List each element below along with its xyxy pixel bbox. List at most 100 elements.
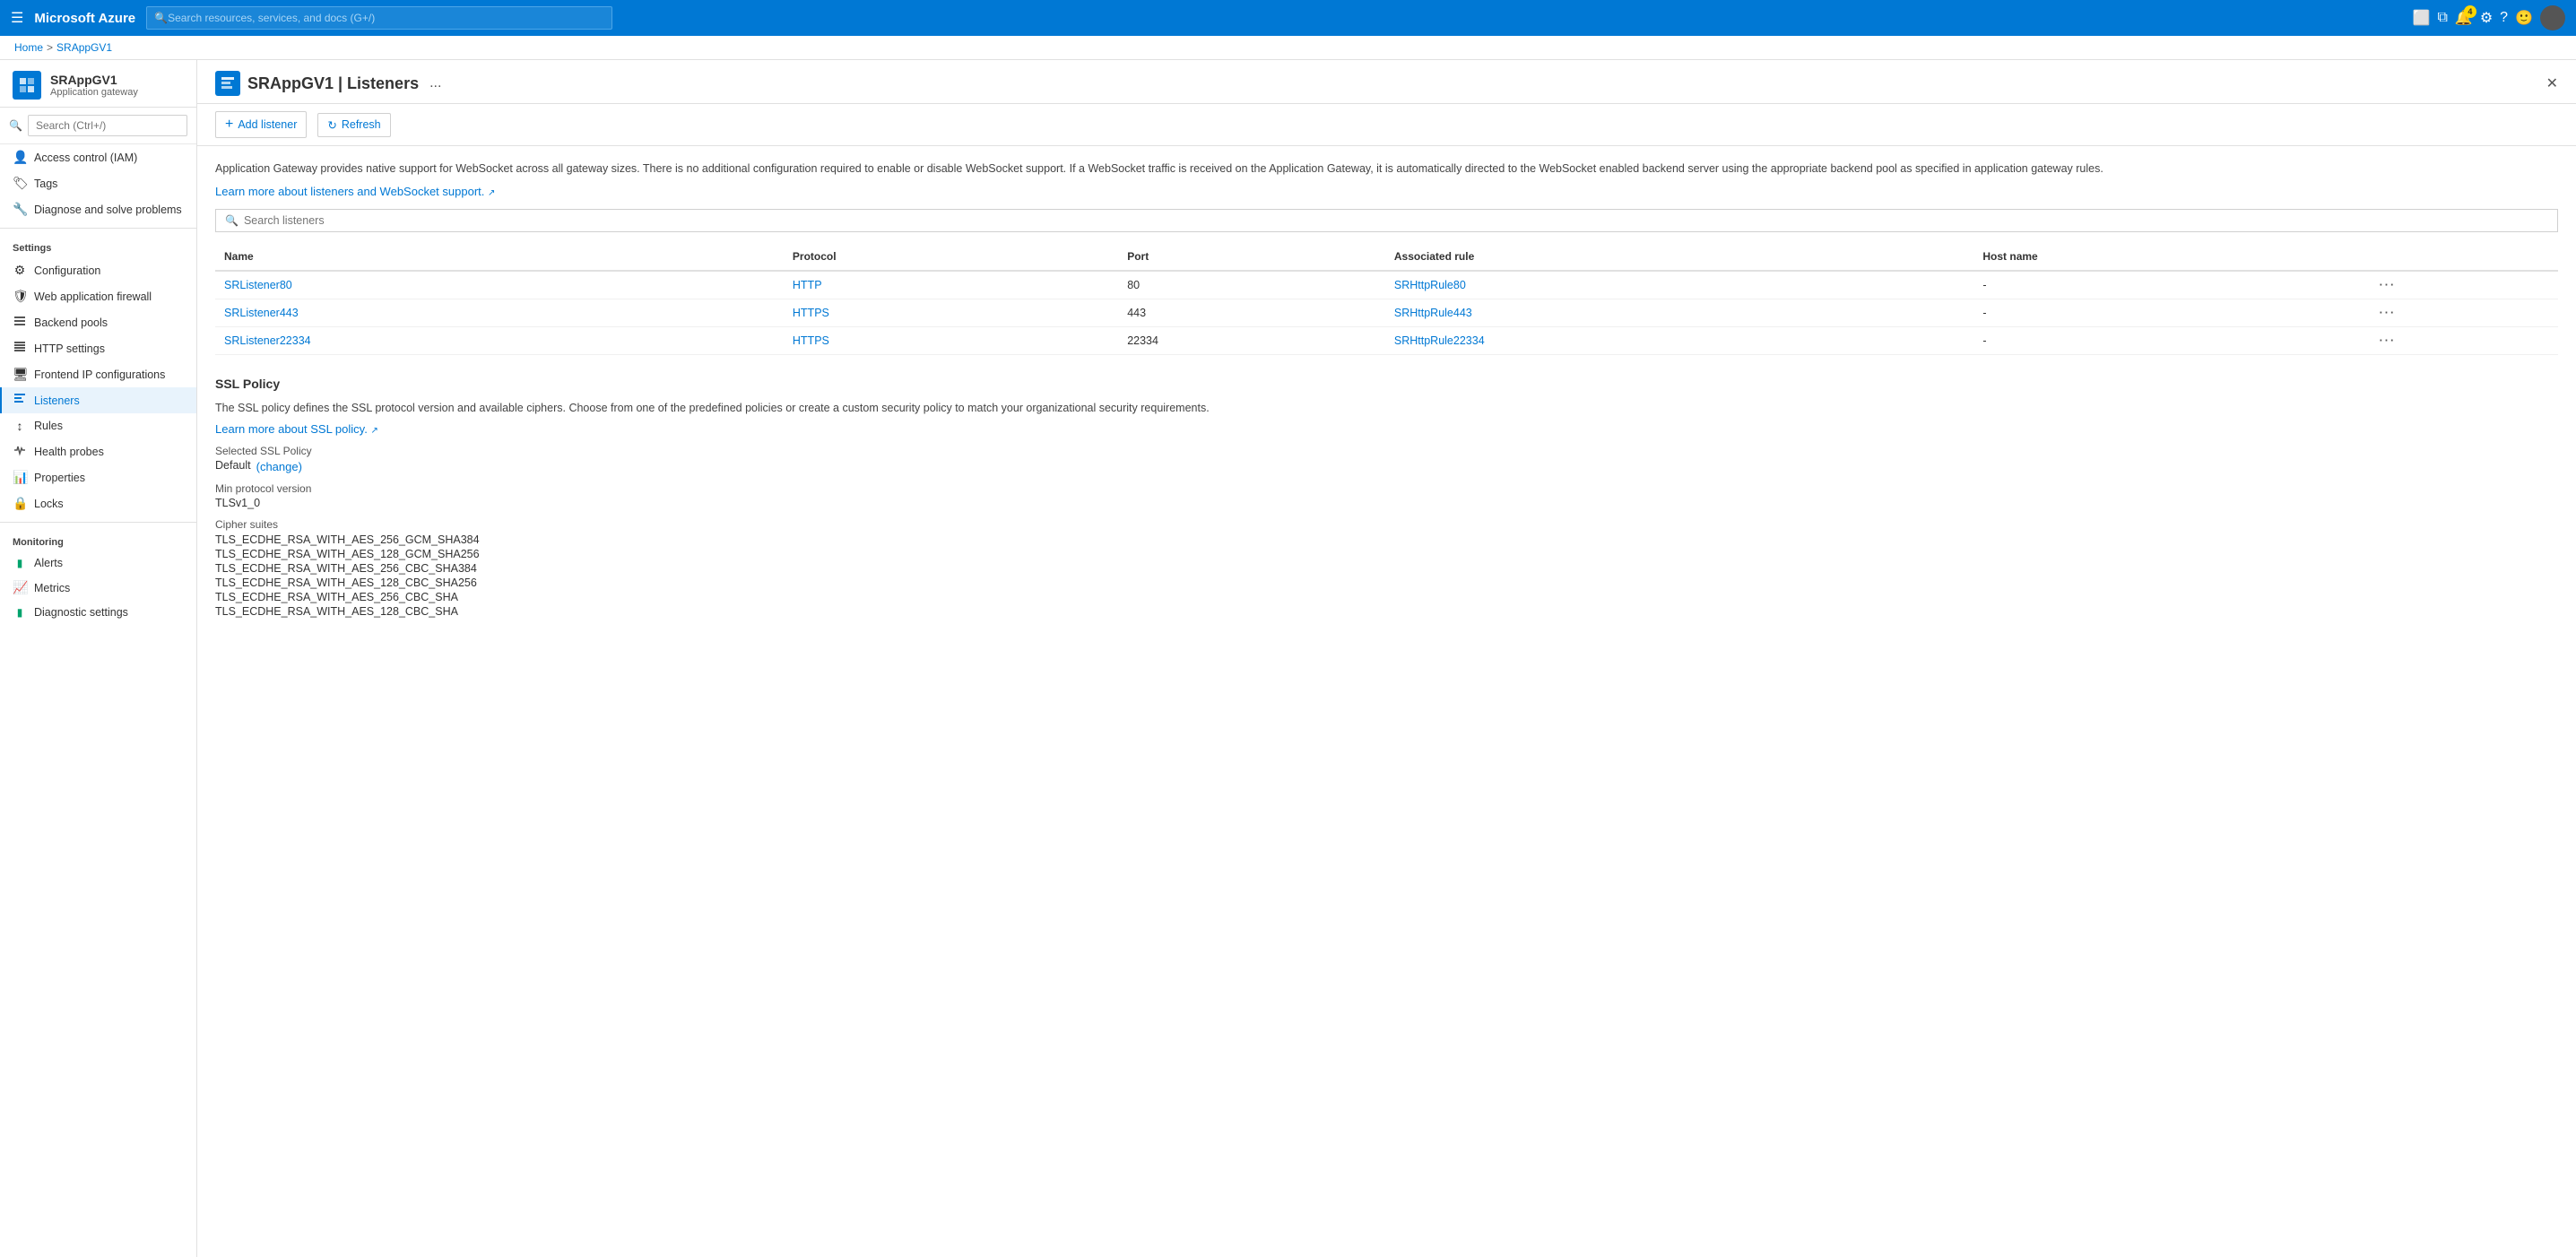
help-icon[interactable]: ? [2500, 10, 2508, 26]
waf-icon: 🛡 [13, 289, 27, 304]
notification-icon[interactable]: 🔔 4 [2455, 9, 2473, 27]
sidebar-subtitle: Application gateway [50, 87, 138, 98]
sidebar-item-diagnose[interactable]: 🔧 Diagnose and solve problems [0, 196, 196, 222]
sidebar-item-waf[interactable]: 🛡 Web application firewall [0, 283, 196, 309]
cell-name: SRListener22334 [215, 326, 784, 354]
sidebar-item-label: Backend pools [34, 316, 108, 329]
refresh-button[interactable]: ↻ Refresh [317, 113, 390, 137]
external-link-icon: ↗ [488, 188, 495, 198]
listener-name-link[interactable]: SRListener80 [224, 279, 292, 291]
sidebar-item-access-control[interactable]: 👤 Access control (IAM) [0, 144, 196, 170]
sidebar-item-http-settings[interactable]: HTTP settings [0, 335, 196, 361]
sidebar-item-label: Diagnose and solve problems [34, 204, 182, 216]
sidebar-item-tags[interactable]: 🏷 Tags [0, 170, 196, 196]
listener-name-link[interactable]: SRListener22334 [224, 334, 311, 347]
ssl-learn-more-link[interactable]: Learn more about SSL policy. ↗ [215, 422, 378, 436]
more-options-button[interactable]: ... [429, 75, 441, 91]
min-proto-label: Min protocol version [215, 482, 2558, 495]
cell-port: 22334 [1118, 326, 1385, 354]
breadcrumb-resource[interactable]: SRAppGV1 [56, 41, 112, 54]
health-probes-icon [13, 444, 27, 459]
cipher-item: TLS_ECDHE_RSA_WITH_AES_128_GCM_SHA256 [215, 547, 2558, 561]
search-listeners-icon: 🔍 [225, 214, 239, 227]
sidebar-item-label: Health probes [34, 446, 104, 458]
row-more-button[interactable]: ··· [2380, 334, 2397, 347]
feedback-smile-icon[interactable]: 🙂 [2515, 9, 2533, 27]
topbar-icons: ⬜ ⧉ 🔔 4 ⚙ ? 🙂 [2413, 5, 2565, 30]
sidebar-header-text: SRAppGV1 Application gateway [50, 73, 138, 98]
ssl-policy-section: SSL Policy The SSL policy defines the SS… [215, 377, 2558, 619]
sidebar-item-metrics[interactable]: 📈 Metrics [0, 575, 196, 601]
global-search-box[interactable]: 🔍 [146, 6, 612, 30]
rule-link[interactable]: SRHttpRule80 [1394, 279, 1466, 291]
global-search-input[interactable] [168, 12, 604, 24]
sidebar-item-health-probes[interactable]: Health probes [0, 438, 196, 464]
learn-more-link[interactable]: Learn more about listeners and WebSocket… [215, 185, 495, 198]
sidebar-item-frontend-ip[interactable]: 🖥 Frontend IP configurations [0, 361, 196, 387]
search-listeners-box[interactable]: 🔍 [215, 209, 2558, 232]
sidebar-search-input[interactable] [28, 115, 187, 136]
sidebar-item-label: Rules [34, 420, 63, 432]
page-icon [215, 71, 240, 96]
rules-icon: ↕ [13, 419, 27, 433]
alerts-icon: ▮ [13, 557, 27, 569]
listener-name-link[interactable]: SRListener443 [224, 307, 299, 319]
rule-link[interactable]: SRHttpRule443 [1394, 307, 1472, 319]
sidebar-item-properties[interactable]: 📊 Properties [0, 464, 196, 490]
sidebar-item-label: Listeners [34, 394, 80, 407]
metrics-icon: 📈 [13, 580, 27, 595]
row-more-button[interactable]: ··· [2380, 307, 2397, 319]
hamburger-icon[interactable]: ☰ [11, 9, 23, 27]
close-button[interactable]: ✕ [2546, 74, 2558, 92]
monitoring-section-label: Monitoring [0, 528, 196, 551]
content-area: SRAppGV1 | Listeners ... ✕ + Add listene… [197, 60, 2576, 1257]
sidebar-item-label: Frontend IP configurations [34, 368, 165, 381]
cipher-suites-label: Cipher suites [215, 518, 2558, 531]
search-listeners-input[interactable] [244, 214, 2548, 227]
cloud-shell-icon[interactable]: ⬜ [2413, 9, 2431, 27]
cell-actions: ··· [2371, 271, 2558, 299]
selected-ssl-label: Selected SSL Policy [215, 445, 2558, 457]
cell-actions: ··· [2371, 326, 2558, 354]
sidebar-item-listeners[interactable]: Listeners [0, 387, 196, 413]
table-row: SRListener80 HTTP 80 SRHttpRule80 - ··· [215, 271, 2558, 299]
row-more-button[interactable]: ··· [2380, 279, 2397, 291]
breadcrumb: Home > SRAppGV1 [0, 36, 2576, 60]
add-icon: + [225, 117, 233, 133]
listeners-icon [13, 393, 27, 408]
feedback-icon[interactable]: ⧉ [2437, 10, 2447, 26]
breadcrumb-home[interactable]: Home [14, 41, 43, 54]
sidebar-search-box[interactable]: 🔍 [0, 108, 196, 144]
ssl-change-link[interactable]: (change) [256, 460, 302, 473]
search-icon: 🔍 [154, 12, 168, 24]
sidebar-item-configuration[interactable]: ⚙ Configuration [0, 257, 196, 283]
rule-link[interactable]: SRHttpRule22334 [1394, 334, 1485, 347]
sidebar-item-backend-pools[interactable]: Backend pools [0, 309, 196, 335]
sidebar-item-locks[interactable]: 🔒 Locks [0, 490, 196, 516]
listeners-table: Name Protocol Port Associated rule Host … [215, 243, 2558, 355]
diagnose-icon: 🔧 [13, 202, 27, 217]
backend-pools-icon [13, 315, 27, 330]
cell-hostname: - [1973, 326, 2370, 354]
cell-name: SRListener80 [215, 271, 784, 299]
table-header: Name Protocol Port Associated rule Host … [215, 243, 2558, 271]
col-associated-rule: Associated rule [1385, 243, 1973, 271]
sidebar-item-diagnostic-settings[interactable]: ▮ Diagnostic settings [0, 601, 196, 624]
sidebar-item-label: Web application firewall [34, 290, 152, 303]
settings-icon[interactable]: ⚙ [2480, 9, 2493, 27]
frontend-ip-icon: 🖥 [13, 367, 27, 382]
cell-hostname: - [1973, 299, 2370, 326]
sidebar-item-rules[interactable]: ↕ Rules [0, 413, 196, 438]
sidebar-item-label: Access control (IAM) [34, 152, 137, 164]
min-proto-value: TLSv1_0 [215, 497, 2558, 509]
content-body: Application Gateway provides native supp… [197, 146, 2576, 633]
add-listener-button[interactable]: + Add listener [215, 111, 307, 138]
sidebar-item-alerts[interactable]: ▮ Alerts [0, 551, 196, 575]
content-header: SRAppGV1 | Listeners ... ✕ [197, 60, 2576, 104]
avatar[interactable] [2540, 5, 2565, 30]
cipher-item: TLS_ECDHE_RSA_WITH_AES_128_CBC_SHA [215, 604, 2558, 619]
table-row: SRListener443 HTTPS 443 SRHttpRule443 - … [215, 299, 2558, 326]
properties-icon: 📊 [13, 470, 27, 485]
app-layout: Home > SRAppGV1 SRAppGV1 Application gat… [0, 36, 2576, 1257]
brand-label: Microsoft Azure [34, 11, 135, 26]
